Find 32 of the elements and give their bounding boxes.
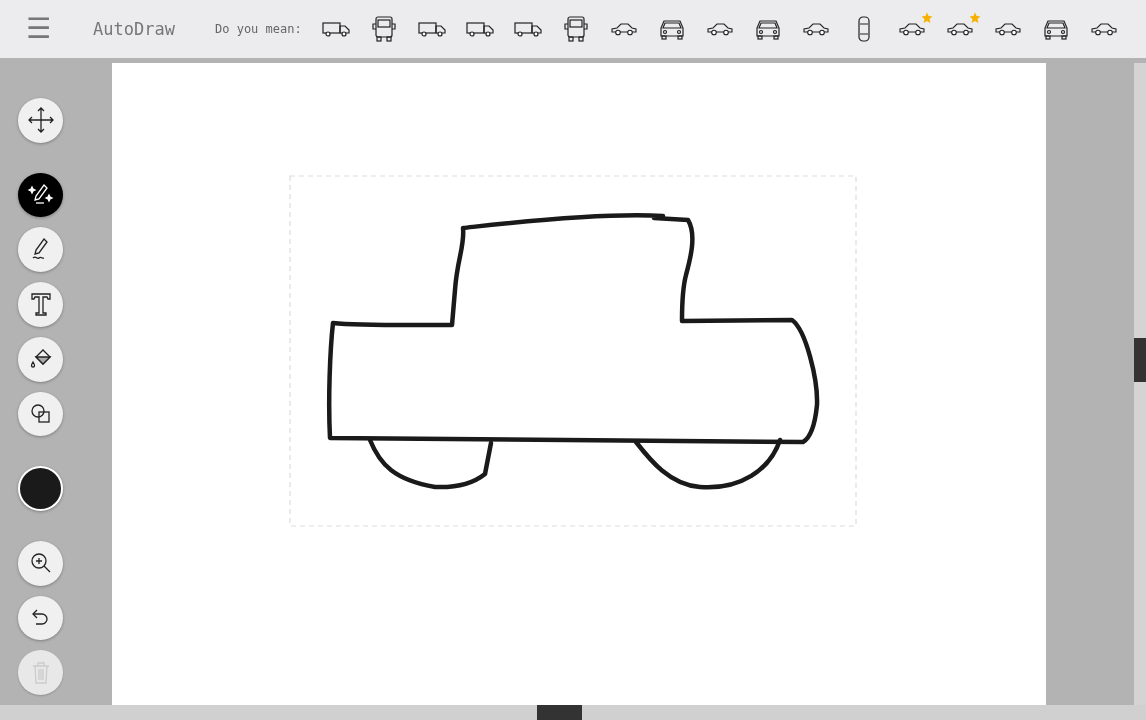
- car-icon[interactable]: [857, 16, 870, 42]
- car-icon[interactable]: [706, 22, 733, 36]
- truck-sketch[interactable]: [326, 212, 820, 490]
- move-tool-button[interactable]: [18, 98, 63, 143]
- car-icon[interactable]: [898, 22, 925, 36]
- scrollbar-thumb[interactable]: [1134, 338, 1146, 382]
- shape-tool-button[interactable]: [18, 391, 63, 437]
- menu-icon[interactable]: ☰: [26, 15, 52, 43]
- type-tool-button[interactable]: [18, 282, 63, 327]
- car-icon[interactable]: [754, 18, 781, 40]
- car-icon[interactable]: [1090, 22, 1117, 36]
- app-title: AutoDraw: [93, 19, 175, 39]
- suggestion-prompt: Do you mean:: [215, 22, 302, 36]
- autodraw-tool-button[interactable]: [18, 172, 63, 218]
- fill-tool-button[interactable]: [18, 336, 63, 382]
- car-icon[interactable]: [1042, 18, 1069, 40]
- truck-icon[interactable]: [371, 16, 396, 42]
- truck-icon[interactable]: [417, 21, 446, 37]
- car-icon[interactable]: [802, 22, 829, 36]
- undo-tool-button[interactable]: [18, 595, 63, 641]
- car-icon[interactable]: [946, 22, 973, 36]
- truck-icon[interactable]: [465, 21, 494, 37]
- truck-icon[interactable]: [513, 21, 542, 37]
- truck-icon[interactable]: [321, 21, 350, 37]
- car-icon[interactable]: [610, 22, 637, 36]
- truck-icon[interactable]: [563, 16, 588, 42]
- car-icon[interactable]: [658, 18, 685, 40]
- zoom-tool-button[interactable]: [18, 540, 63, 586]
- draw-tool-button[interactable]: [18, 227, 63, 273]
- color-swatch[interactable]: [18, 466, 63, 511]
- scrollbar-thumb[interactable]: [537, 705, 582, 720]
- car-icon[interactable]: [994, 22, 1021, 36]
